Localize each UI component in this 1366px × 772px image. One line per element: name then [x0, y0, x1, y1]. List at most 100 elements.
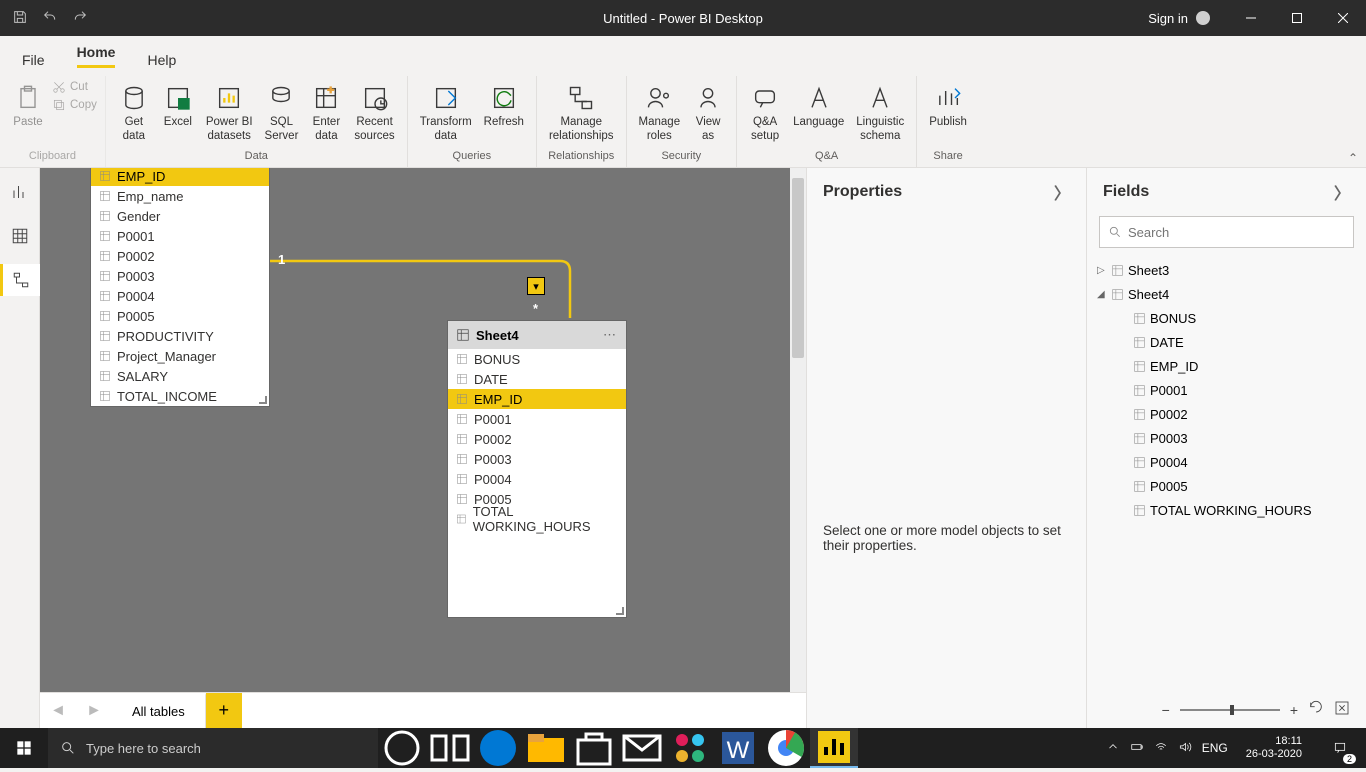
- relationship-filter-icon[interactable]: ▾: [527, 277, 545, 295]
- tree-field[interactable]: P0004: [1119, 450, 1356, 474]
- table-more-icon[interactable]: ⋯: [603, 327, 618, 343]
- undo-icon[interactable]: [42, 9, 58, 28]
- field-row[interactable]: P0003: [91, 266, 269, 286]
- zoom-fit-button[interactable]: [1334, 700, 1350, 721]
- publish-button[interactable]: Publish: [925, 80, 971, 132]
- close-button[interactable]: [1320, 0, 1366, 36]
- save-icon[interactable]: [12, 9, 28, 28]
- field-row[interactable]: Gender: [91, 206, 269, 226]
- field-row[interactable]: TOTAL WORKING_HOURS: [448, 509, 626, 529]
- tray-overflow-icon[interactable]: [1106, 740, 1120, 757]
- manage-roles-button[interactable]: Manage roles: [635, 80, 685, 146]
- view-as-button[interactable]: View as: [688, 80, 728, 146]
- tree-node-sheet4[interactable]: ◢ Sheet4: [1097, 282, 1356, 306]
- field-row[interactable]: EMP_ID: [91, 168, 269, 186]
- field-row[interactable]: P0003: [448, 449, 626, 469]
- recent-sources-button[interactable]: Recent sources: [350, 80, 398, 146]
- tree-field[interactable]: TOTAL WORKING_HOURS: [1119, 498, 1356, 522]
- mail-icon[interactable]: [618, 728, 666, 768]
- word-icon[interactable]: W: [714, 728, 762, 768]
- field-row[interactable]: PRODUCTIVITY: [91, 326, 269, 346]
- qa-setup-button[interactable]: Q&A setup: [745, 80, 785, 146]
- sql-server-button[interactable]: SQL Server: [261, 80, 303, 146]
- tree-field[interactable]: P0003: [1119, 426, 1356, 450]
- powerbi-datasets-button[interactable]: Power BI datasets: [202, 80, 257, 146]
- maximize-button[interactable]: [1274, 0, 1320, 36]
- taskview-icon[interactable]: [426, 728, 474, 768]
- tree-node-sheet3[interactable]: ▷ Sheet3: [1097, 258, 1356, 282]
- model-view-button[interactable]: [0, 264, 40, 296]
- field-row[interactable]: SALARY: [91, 366, 269, 386]
- start-button[interactable]: [0, 728, 48, 768]
- volume-icon[interactable]: [1178, 740, 1192, 757]
- tree-field[interactable]: BONUS: [1119, 306, 1356, 330]
- cortana-icon[interactable]: [378, 728, 426, 768]
- language-button[interactable]: Language: [789, 80, 848, 132]
- field-row[interactable]: P0005: [91, 306, 269, 326]
- enter-data-button[interactable]: Enter data: [306, 80, 346, 146]
- field-row[interactable]: Project_Manager: [91, 346, 269, 366]
- tree-field[interactable]: EMP_ID: [1119, 354, 1356, 378]
- minimize-button[interactable]: [1228, 0, 1274, 36]
- menu-file[interactable]: File: [6, 42, 61, 76]
- table-card-sheet3[interactable]: EMP_IDEmp_nameGenderP0001P0002P0003P0004…: [90, 168, 270, 407]
- menu-home[interactable]: Home: [61, 34, 132, 76]
- linguistic-schema-button[interactable]: Linguistic schema: [852, 80, 908, 146]
- data-view-button[interactable]: [0, 220, 40, 252]
- language-indicator[interactable]: ENG: [1202, 741, 1228, 755]
- field-row[interactable]: P0001: [448, 409, 626, 429]
- resize-handle-icon[interactable]: [616, 607, 626, 617]
- field-row[interactable]: DATE: [448, 369, 626, 389]
- zoom-in-button[interactable]: +: [1290, 702, 1298, 718]
- zoom-slider[interactable]: [1180, 709, 1280, 711]
- explorer-icon[interactable]: [522, 728, 570, 768]
- chrome-icon[interactable]: [762, 728, 810, 768]
- menu-help[interactable]: Help: [131, 42, 192, 76]
- battery-icon[interactable]: [1130, 740, 1144, 757]
- tree-field[interactable]: DATE: [1119, 330, 1356, 354]
- fields-search-input[interactable]: [1128, 225, 1345, 240]
- tree-field[interactable]: P0001: [1119, 378, 1356, 402]
- collapse-ribbon-icon[interactable]: ⌃: [1348, 151, 1358, 165]
- zoom-reset-button[interactable]: [1308, 700, 1324, 721]
- field-row[interactable]: P0001: [91, 226, 269, 246]
- zoom-out-button[interactable]: −: [1162, 702, 1170, 718]
- clock[interactable]: 18:11 26-03-2020: [1238, 735, 1310, 761]
- wifi-icon[interactable]: [1154, 740, 1168, 757]
- tab-all-tables[interactable]: All tables: [112, 693, 206, 729]
- field-row[interactable]: TOTAL_INCOME: [91, 386, 269, 406]
- tree-field[interactable]: P0005: [1119, 474, 1356, 498]
- model-canvas[interactable]: EMP_IDEmp_nameGenderP0001P0002P0003P0004…: [40, 168, 806, 692]
- tree-field[interactable]: P0002: [1119, 402, 1356, 426]
- excel-button[interactable]: Excel: [158, 80, 198, 132]
- taskbar-search[interactable]: Type here to search: [48, 728, 378, 768]
- redo-icon[interactable]: [72, 9, 88, 28]
- collapse-properties-icon[interactable]: 〉: [1054, 180, 1070, 204]
- slack-icon[interactable]: [666, 728, 714, 768]
- edge-icon[interactable]: [474, 728, 522, 768]
- add-tab-button[interactable]: +: [206, 693, 242, 729]
- notifications-icon[interactable]: 2: [1320, 728, 1360, 768]
- field-row[interactable]: P0002: [448, 429, 626, 449]
- field-row[interactable]: EMP_ID: [448, 389, 626, 409]
- tab-next-button[interactable]: ►: [76, 693, 112, 729]
- table-card-sheet4[interactable]: Sheet4 ⋯ BONUSDATEEMP_IDP0001P0002P0003P…: [447, 320, 627, 618]
- collapse-fields-icon[interactable]: 〉: [1334, 180, 1350, 204]
- sign-in-button[interactable]: Sign in: [1130, 11, 1228, 26]
- field-row[interactable]: Emp_name: [91, 186, 269, 206]
- field-row[interactable]: P0004: [91, 286, 269, 306]
- fields-search[interactable]: [1099, 216, 1354, 248]
- canvas-scrollbar[interactable]: [790, 168, 806, 692]
- powerbi-taskbar-icon[interactable]: [810, 728, 858, 768]
- refresh-button[interactable]: Refresh: [480, 80, 528, 132]
- report-view-button[interactable]: [0, 176, 40, 208]
- resize-handle-icon[interactable]: [259, 396, 269, 406]
- field-row[interactable]: P0002: [91, 246, 269, 266]
- field-row[interactable]: BONUS: [448, 349, 626, 369]
- manage-relationships-button[interactable]: Manage relationships: [545, 80, 618, 146]
- get-data-button[interactable]: Get data: [114, 80, 154, 146]
- tab-prev-button[interactable]: ◄: [40, 693, 76, 729]
- store-icon[interactable]: [570, 728, 618, 768]
- field-row[interactable]: P0004: [448, 469, 626, 489]
- transform-data-button[interactable]: Transform data: [416, 80, 476, 146]
